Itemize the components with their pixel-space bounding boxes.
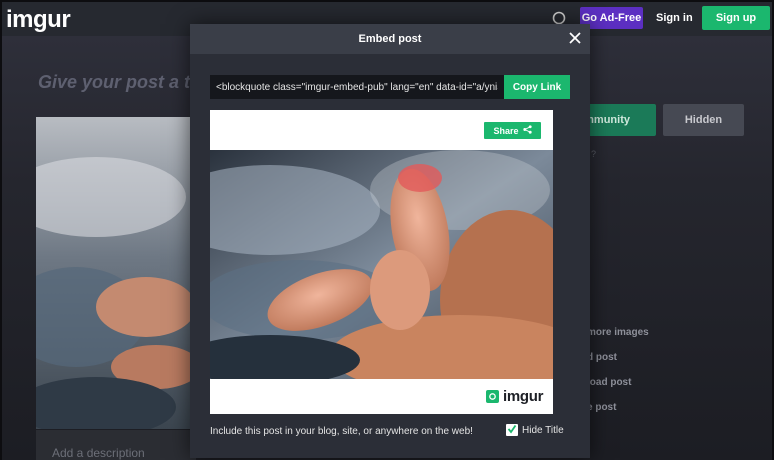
imgur-logo[interactable]: imgur	[6, 6, 71, 34]
modal-title: Embed post	[358, 33, 422, 45]
hidden-button[interactable]: Hidden	[663, 104, 744, 136]
menu-item-delete-post[interactable]: e post	[587, 402, 616, 413]
close-icon[interactable]	[568, 31, 582, 45]
embed-footer-text: Include this post in your blog, site, or…	[210, 426, 473, 437]
brand-text: imgur	[503, 388, 544, 405]
background-post-image	[36, 117, 196, 429]
check-icon	[507, 421, 517, 439]
sign-up-button[interactable]: Sign up	[702, 6, 770, 30]
hide-title-label: Hide Title	[522, 424, 564, 436]
menu-item-post[interactable]: d post	[587, 352, 617, 363]
hide-title-toggle[interactable]: Hide Title	[506, 424, 564, 436]
add-description-field[interactable]: Add a description	[36, 430, 196, 460]
embed-code-field[interactable]	[210, 75, 504, 99]
menu-item-more-images[interactable]: more images	[587, 327, 649, 338]
share-icon	[522, 125, 532, 136]
background-note: ?	[591, 149, 597, 159]
preview-post-image	[210, 150, 553, 379]
sign-in-link[interactable]: Sign in	[656, 12, 693, 24]
hide-title-checkbox[interactable]	[506, 424, 518, 436]
embed-post-modal: Embed post Copy Link Share	[190, 24, 590, 458]
preview-brand: imgur	[486, 388, 543, 405]
modal-header: Embed post	[190, 24, 590, 54]
menu-item-download-post[interactable]: load post	[587, 377, 631, 388]
share-label: Share	[493, 125, 519, 136]
post-title-prompt[interactable]: Give your post a ti	[38, 72, 195, 93]
copy-link-button[interactable]: Copy Link	[504, 75, 570, 99]
embed-preview: Share imgur	[210, 110, 553, 414]
share-button[interactable]: Share	[484, 122, 541, 139]
imgur-logo-icon	[486, 390, 499, 403]
